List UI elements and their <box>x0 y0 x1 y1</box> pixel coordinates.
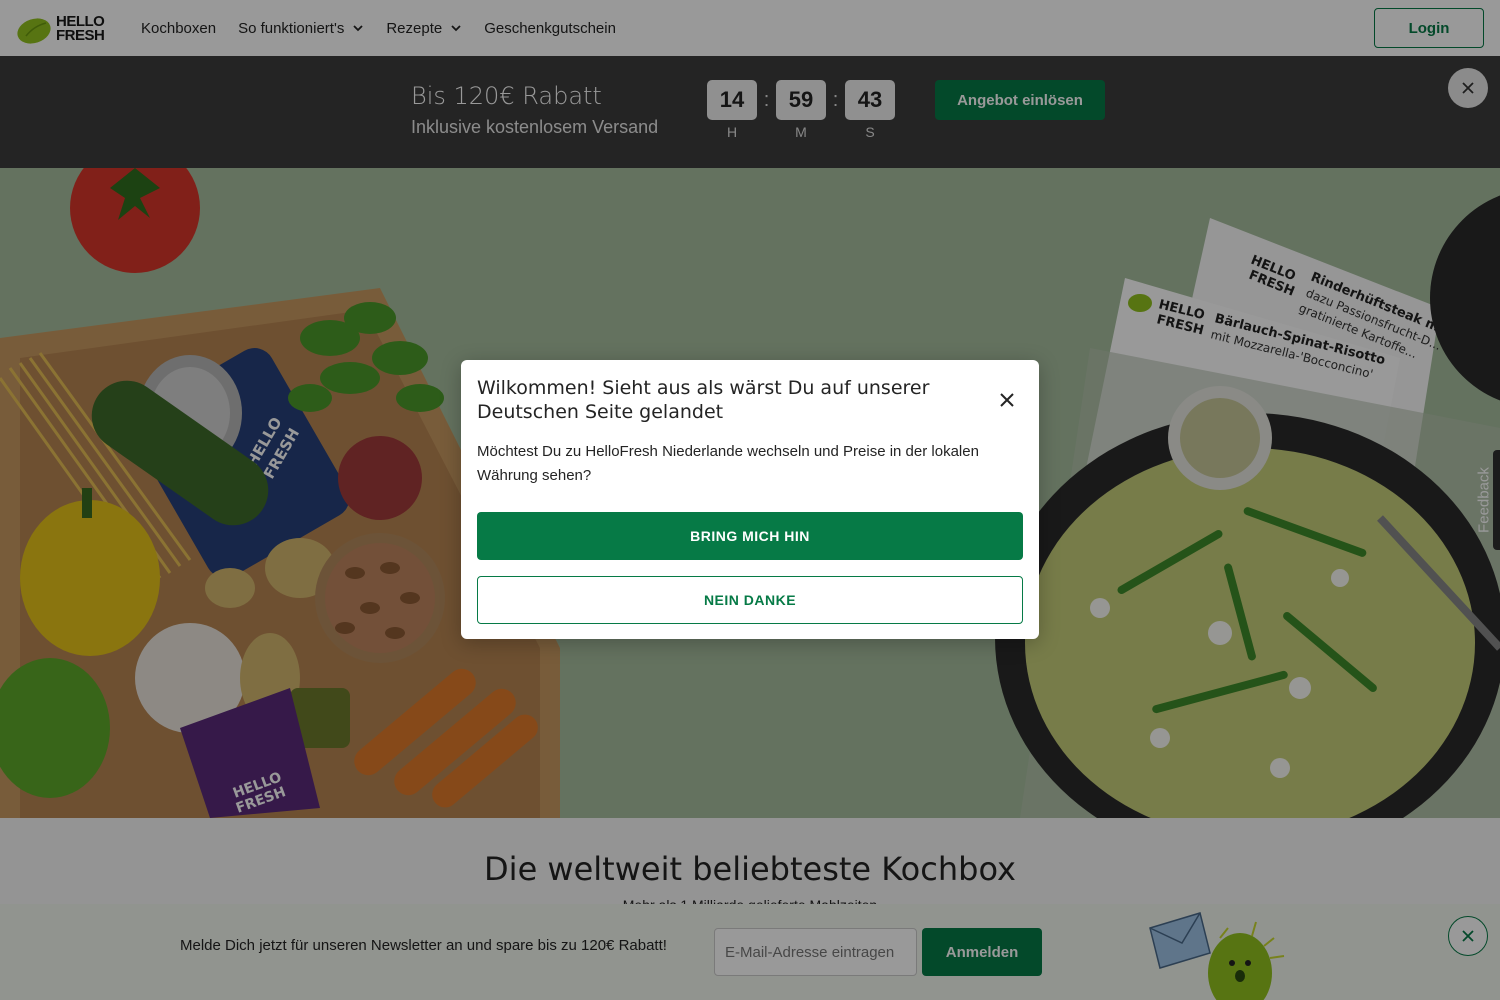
bring-me-there-button[interactable]: BRING MICH HIN <box>477 512 1023 560</box>
modal-close-button[interactable] <box>995 388 1019 412</box>
country-redirect-modal: Wilkommen! Sieht aus als wärst Du auf un… <box>461 360 1039 639</box>
modal-title: Wilkommen! Sieht aus als wärst Du auf un… <box>477 377 930 423</box>
no-thanks-button[interactable]: NEIN DANKE <box>477 576 1023 624</box>
close-icon <box>1000 393 1014 407</box>
modal-body: Möchtest Du zu HelloFresh Niederlande we… <box>477 443 979 484</box>
